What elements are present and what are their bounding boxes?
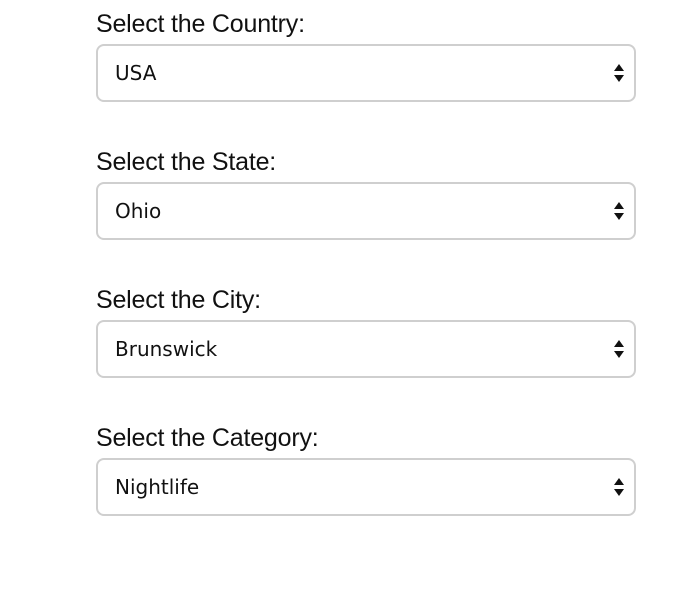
state-select-value: Ohio bbox=[115, 199, 162, 223]
state-field-group: Select the State: Ohio bbox=[96, 146, 640, 284]
city-label: Select the City: bbox=[96, 286, 261, 314]
city-select-value: Brunswick bbox=[115, 337, 218, 361]
country-label: Select the Country: bbox=[96, 10, 305, 38]
country-select-value: USA bbox=[115, 61, 157, 85]
state-select[interactable]: Ohio bbox=[96, 182, 636, 240]
category-select[interactable]: Nightlife bbox=[96, 458, 636, 516]
category-label: Select the Category: bbox=[96, 424, 319, 452]
state-label: Select the State: bbox=[96, 148, 277, 176]
updown-arrows-icon bbox=[614, 340, 624, 358]
updown-arrows-icon bbox=[614, 478, 624, 496]
updown-arrows-icon bbox=[614, 202, 624, 220]
city-select[interactable]: Brunswick bbox=[96, 320, 636, 378]
category-field-group: Select the Category: Nightlife bbox=[96, 422, 640, 560]
city-field-group: Select the City: Brunswick bbox=[96, 284, 640, 422]
filter-form: Select the Country: USA Select the State… bbox=[96, 8, 640, 560]
country-select[interactable]: USA bbox=[96, 44, 636, 102]
category-select-value: Nightlife bbox=[115, 475, 200, 499]
updown-arrows-icon bbox=[614, 64, 624, 82]
country-field-group: Select the Country: USA bbox=[96, 8, 640, 146]
